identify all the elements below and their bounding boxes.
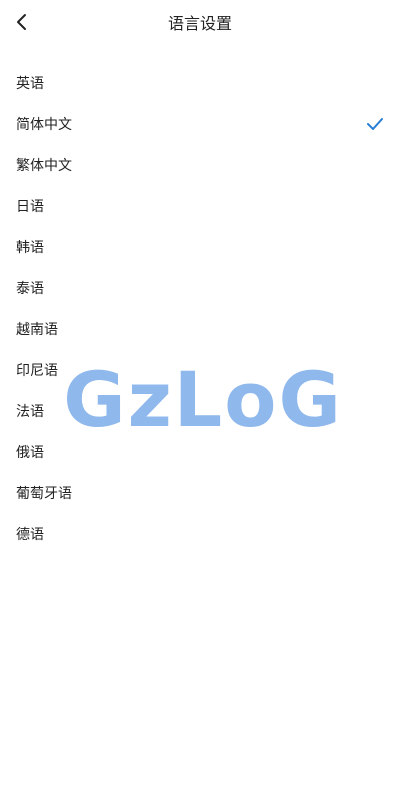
language-label: 德语 [16,526,44,543]
language-item-simplified-chinese[interactable]: 简体中文 [0,103,400,144]
language-label: 葡萄牙语 [16,485,72,502]
header-bar: 语言设置 [0,0,400,44]
language-label: 泰语 [16,280,44,297]
language-label: 英语 [16,75,44,92]
language-item-japanese[interactable]: 日语 [0,185,400,226]
language-item-traditional-chinese[interactable]: 繁体中文 [0,144,400,185]
language-item-korean[interactable]: 韩语 [0,226,400,267]
language-item-thai[interactable]: 泰语 [0,267,400,308]
language-label: 简体中文 [16,116,72,133]
language-label: 韩语 [16,239,44,256]
language-label: 繁体中文 [16,157,72,174]
language-item-vietnamese[interactable]: 越南语 [0,308,400,349]
watermark-logo: GzLoG [63,358,341,442]
language-label: 俄语 [16,444,44,461]
language-item-german[interactable]: 德语 [0,513,400,554]
language-label: 越南语 [16,321,58,338]
language-list: 英语 简体中文 繁体中文 日语 韩语 泰语 越南语 印尼语 法语 俄语 葡萄牙语… [0,62,400,554]
watermark-text: GzLoG [63,355,343,444]
language-item-portuguese[interactable]: 葡萄牙语 [0,472,400,513]
checkmark-icon [367,118,383,130]
page-title: 语言设置 [167,14,232,33]
language-label: 法语 [16,403,44,420]
language-item-english[interactable]: 英语 [0,62,400,103]
language-label: 印尼语 [16,362,58,379]
language-label: 日语 [16,198,44,215]
